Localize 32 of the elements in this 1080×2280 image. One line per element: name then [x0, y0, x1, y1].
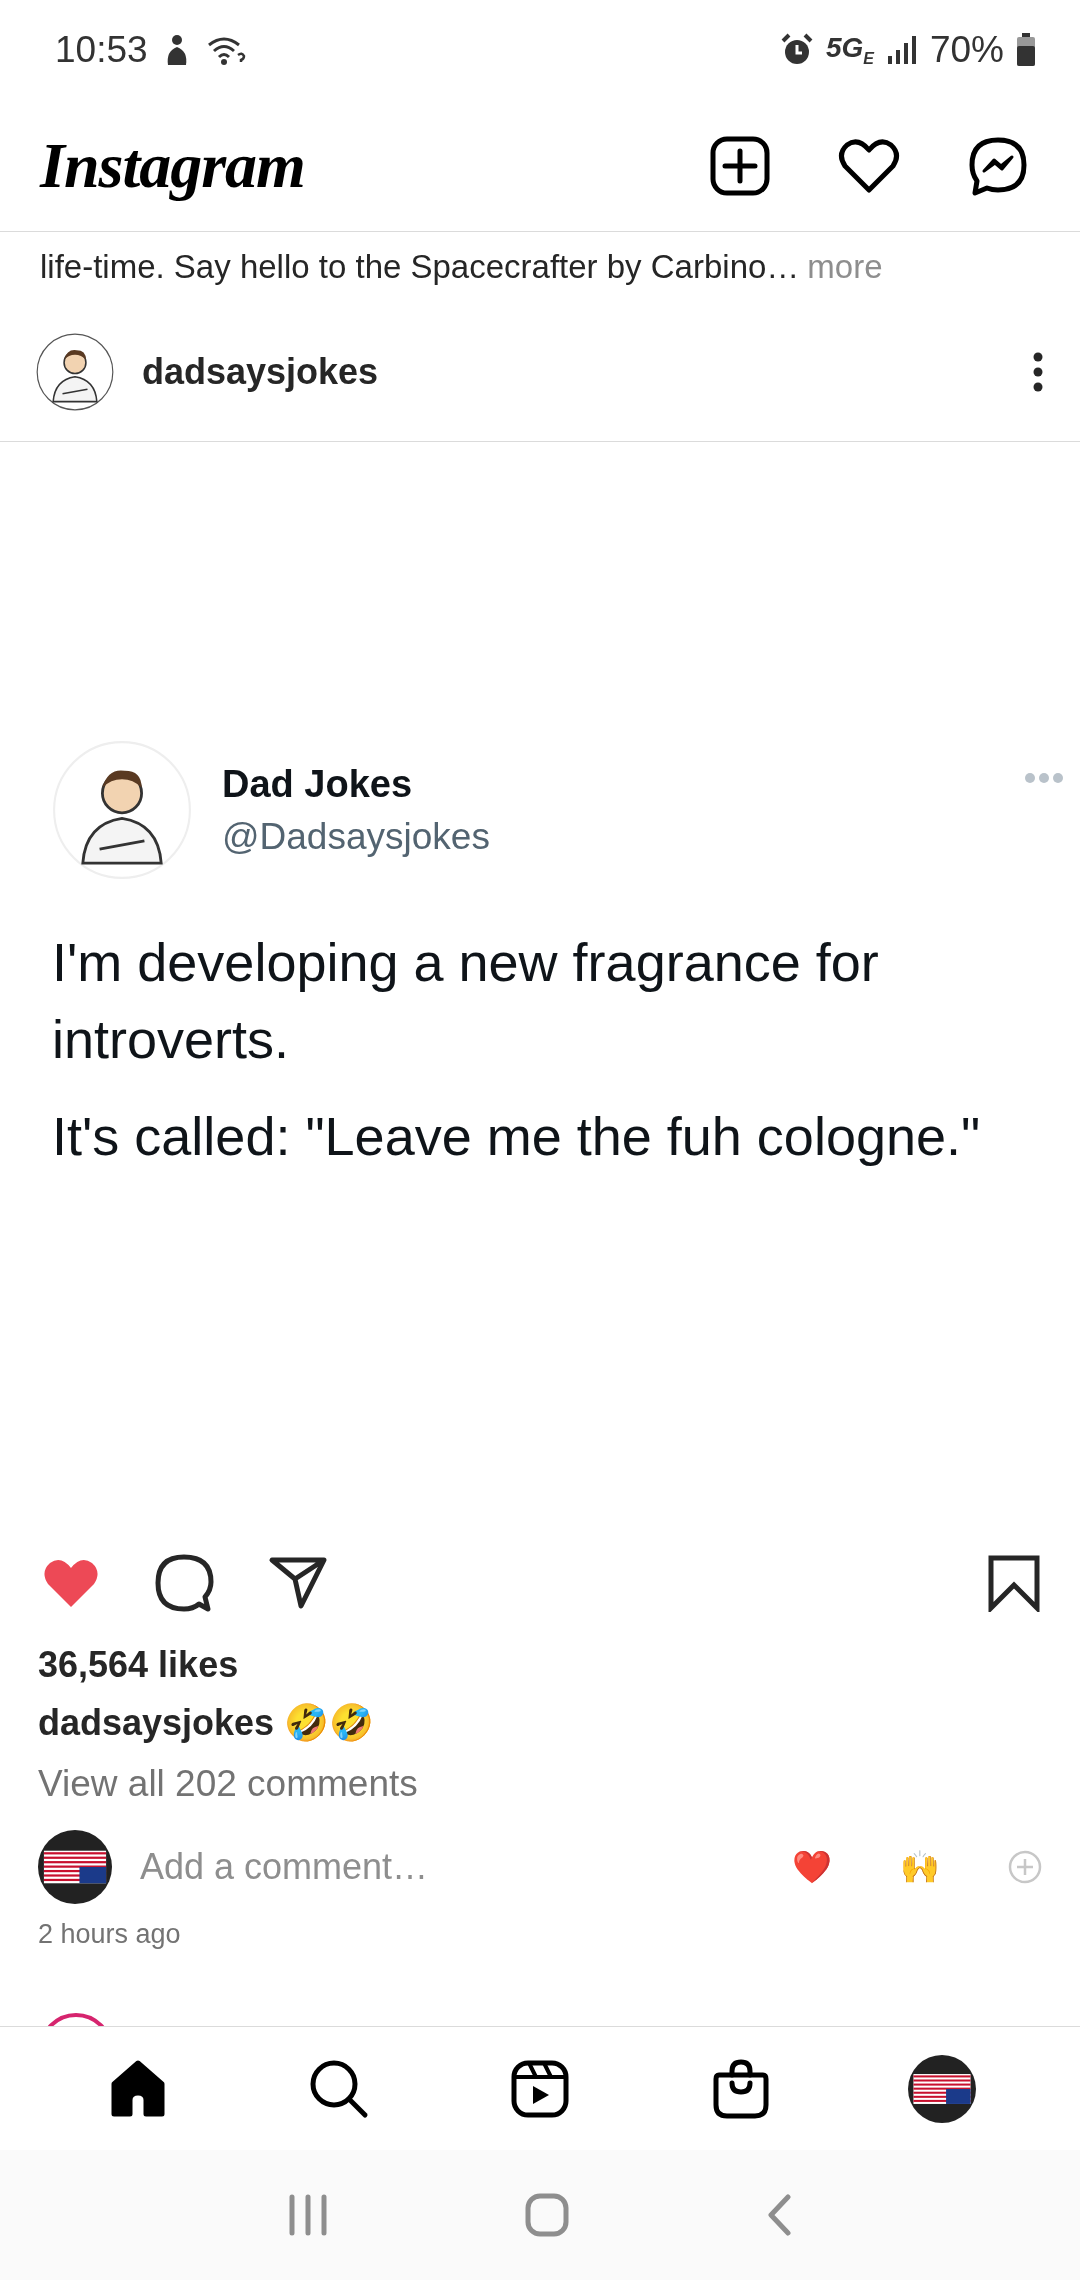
battery-icon: [1016, 33, 1036, 67]
like-count[interactable]: 36,564 likes: [0, 1636, 1080, 1694]
new-post-button[interactable]: [710, 135, 770, 196]
back-button[interactable]: [765, 2194, 792, 2236]
status-time: 10:53: [55, 29, 148, 71]
instagram-logo: Instagram: [40, 128, 305, 203]
alarm-icon: [779, 33, 814, 67]
caption-text: life-time. Say hello to the Spacecrafter by Carbino…: [40, 248, 800, 286]
tweet-text: It's called: "Leave me the fuh cologne.": [52, 1105, 982, 1168]
comment-button[interactable]: [154, 1553, 214, 1613]
tweet-more-icon: [1024, 772, 1064, 784]
network-type: 5G$_{E}$: [825, 32, 874, 68]
post-time: 2 hours ago: [37, 1917, 182, 1951]
recent-apps-button[interactable]: [288, 2194, 329, 2236]
caption-username[interactable]: dadsaysjokes: [38, 1702, 275, 1744]
signal-icon: [885, 34, 918, 66]
battery-level: 70%: [929, 29, 1004, 71]
save-button[interactable]: [986, 1554, 1042, 1612]
view-comments-link[interactable]: View all 202 comments: [0, 1752, 1080, 1816]
home-button[interactable]: [525, 2193, 569, 2237]
tweet-author-name: Dad Jokes: [222, 762, 414, 806]
tweet-handle: @Dadsaysjokes: [222, 815, 490, 858]
comment-field[interactable]: Add a comment…: [140, 1846, 764, 1888]
more-link[interactable]: more: [807, 248, 883, 286]
reaction-emoji[interactable]: ❤: [792, 1848, 832, 1886]
tweet-text: I'm developing a new fragrance for introverts.: [52, 931, 880, 1071]
share-button[interactable]: [268, 1555, 328, 1611]
more-options-button[interactable]: [1032, 351, 1044, 392]
notifications-button[interactable]: [838, 137, 900, 194]
caption-text: 🤣🤣: [284, 1702, 375, 1744]
post-username[interactable]: dadsaysjokes: [142, 350, 1004, 393]
messenger-button[interactable]: [968, 135, 1028, 196]
